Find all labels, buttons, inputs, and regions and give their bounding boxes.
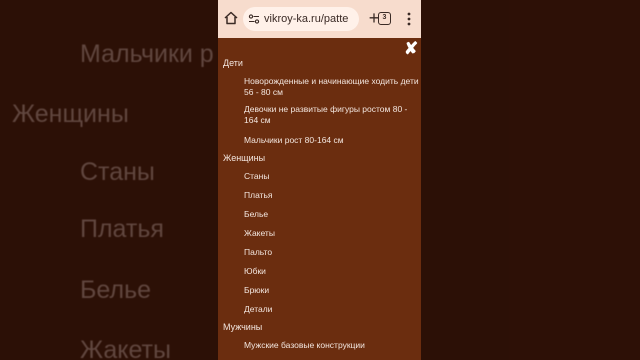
menu-item[interactable]: Пальто: [244, 247, 419, 258]
phone-screen: vikroy-ka.ru/patte + 3 ✘ Дети Новорожден…: [218, 0, 421, 360]
site-info-icon[interactable]: [248, 13, 260, 25]
home-icon[interactable]: [223, 10, 239, 26]
address-bar[interactable]: vikroy-ka.ru/patte: [243, 7, 359, 31]
menu-item[interactable]: Мужские базовые конструкции: [244, 340, 419, 351]
close-menu-icon[interactable]: ✘: [404, 40, 418, 58]
section-title-children[interactable]: Дети: [223, 58, 243, 68]
menu-item[interactable]: Девочки не развитые фигуры ростом 80 - 1…: [244, 104, 419, 126]
menu-item[interactable]: Новорожденные и начинающие ходить дети 5…: [244, 76, 419, 98]
menu-item[interactable]: Детали: [244, 304, 419, 315]
menu-item[interactable]: Станы: [244, 171, 419, 182]
menu-item[interactable]: Белье: [244, 209, 419, 220]
menu-item[interactable]: Мальчики рост 80-164 см: [244, 135, 419, 146]
section-title-women[interactable]: Женщины: [223, 153, 265, 163]
tab-switcher-icon[interactable]: 3: [378, 12, 391, 25]
browser-toolbar: vikroy-ka.ru/patte + 3: [218, 0, 421, 38]
section-title-men[interactable]: Мужчины: [223, 322, 262, 332]
menu-item[interactable]: Платья: [244, 190, 419, 201]
menu-item[interactable]: Жакеты: [244, 228, 419, 239]
url-text: vikroy-ka.ru/patte: [264, 13, 349, 25]
menu-item[interactable]: Юбки: [244, 266, 419, 277]
menu-item[interactable]: Брюки: [244, 285, 419, 296]
more-menu-icon[interactable]: [403, 11, 415, 27]
